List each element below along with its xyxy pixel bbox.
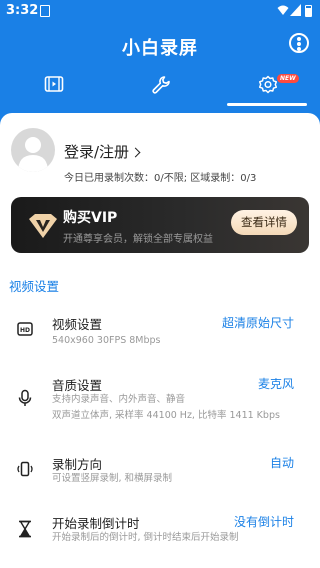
- tab-bar: NEW: [0, 70, 320, 110]
- login-label: 登录/注册: [64, 143, 130, 161]
- vip-banner[interactable]: 购买VIP 开通尊享会员，解锁全部专属权益 查看详情: [11, 197, 309, 253]
- recording-quota-text: 今日已用录制次数：0/不限; 区域录制：0/3: [64, 173, 257, 184]
- app-bar: 小白录屏: [0, 22, 320, 70]
- vip-title: 购买VIP: [63, 210, 118, 226]
- avatar[interactable]: [11, 128, 55, 172]
- default-avatar-icon: [18, 137, 48, 172]
- setting-label: 视频设置: [52, 317, 103, 332]
- setting-desc-line-2: 双声道立体声, 采样率 44100 Hz, 比特率 1411 Kbps: [52, 410, 280, 421]
- rotate-phone-icon: [17, 461, 33, 477]
- settings-panel: 登录/注册 今日已用录制次数：0/不限; 区域录制：0/3 购买VIP 开通尊享…: [0, 113, 320, 568]
- vip-details-button[interactable]: 查看详情: [231, 210, 297, 235]
- gear-icon: [258, 75, 278, 94]
- chevron-right-icon: [130, 147, 141, 158]
- status-bar: 3:32: [0, 0, 320, 22]
- login-register-link[interactable]: 登录/注册: [64, 141, 141, 162]
- setting-desc: 540x960 30FPS 8Mbps: [52, 335, 161, 346]
- hd-icon: HD: [17, 322, 33, 336]
- new-badge: NEW: [277, 74, 299, 83]
- vip-subtitle: 开通尊享会员，解锁全部专属权益: [63, 234, 213, 245]
- app-title: 小白录屏: [122, 38, 198, 59]
- video-settings-heading: 视频设置: [9, 279, 60, 294]
- setting-desc-line-1: 支持内录声音、内外声音、静音: [52, 394, 186, 405]
- tab-tools[interactable]: [107, 70, 213, 110]
- wrench-icon: [152, 76, 170, 94]
- hourglass-icon: [19, 520, 31, 538]
- setting-desc: 可设置竖屏录制, 和横屏录制: [52, 473, 173, 484]
- setting-value[interactable]: 麦克风: [258, 375, 294, 392]
- vip-diamond-icon: [29, 214, 57, 238]
- microphone-icon: [18, 389, 32, 406]
- tab-settings[interactable]: NEW: [214, 70, 320, 110]
- profile-section: 登录/注册 今日已用录制次数：0/不限; 区域录制：0/3: [0, 113, 320, 193]
- tab-videos[interactable]: [0, 70, 106, 110]
- battery-icon: [305, 5, 312, 17]
- setting-row-video[interactable]: HD 视频设置 540x960 30FPS 8Mbps 超清原始尺寸: [0, 308, 320, 356]
- video-list-icon: [44, 76, 64, 92]
- setting-row-countdown[interactable]: 开始录制倒计时 开始录制后的倒计时, 倒计时结束后开始录制 没有倒计时: [0, 509, 320, 557]
- status-time: 3:32: [6, 3, 39, 18]
- svg-text:HD: HD: [20, 327, 30, 334]
- signal-icon: [290, 4, 301, 16]
- more-options-icon[interactable]: [289, 33, 309, 53]
- setting-value[interactable]: 没有倒计时: [234, 513, 294, 530]
- setting-value[interactable]: 超清原始尺寸: [222, 314, 294, 331]
- setting-desc: 开始录制后的倒计时, 倒计时结束后开始录制: [52, 532, 239, 543]
- setting-row-audio[interactable]: 音质设置 支持内录声音、内外声音、静音 双声道立体声, 采样率 44100 Hz…: [0, 370, 320, 432]
- wifi-icon: [277, 5, 289, 15]
- setting-row-orientation[interactable]: 录制方向 可设置竖屏录制, 和横屏录制 自动: [0, 450, 320, 498]
- sim-card-icon: [40, 5, 50, 17]
- active-tab-indicator: [227, 103, 307, 106]
- setting-value[interactable]: 自动: [270, 454, 294, 471]
